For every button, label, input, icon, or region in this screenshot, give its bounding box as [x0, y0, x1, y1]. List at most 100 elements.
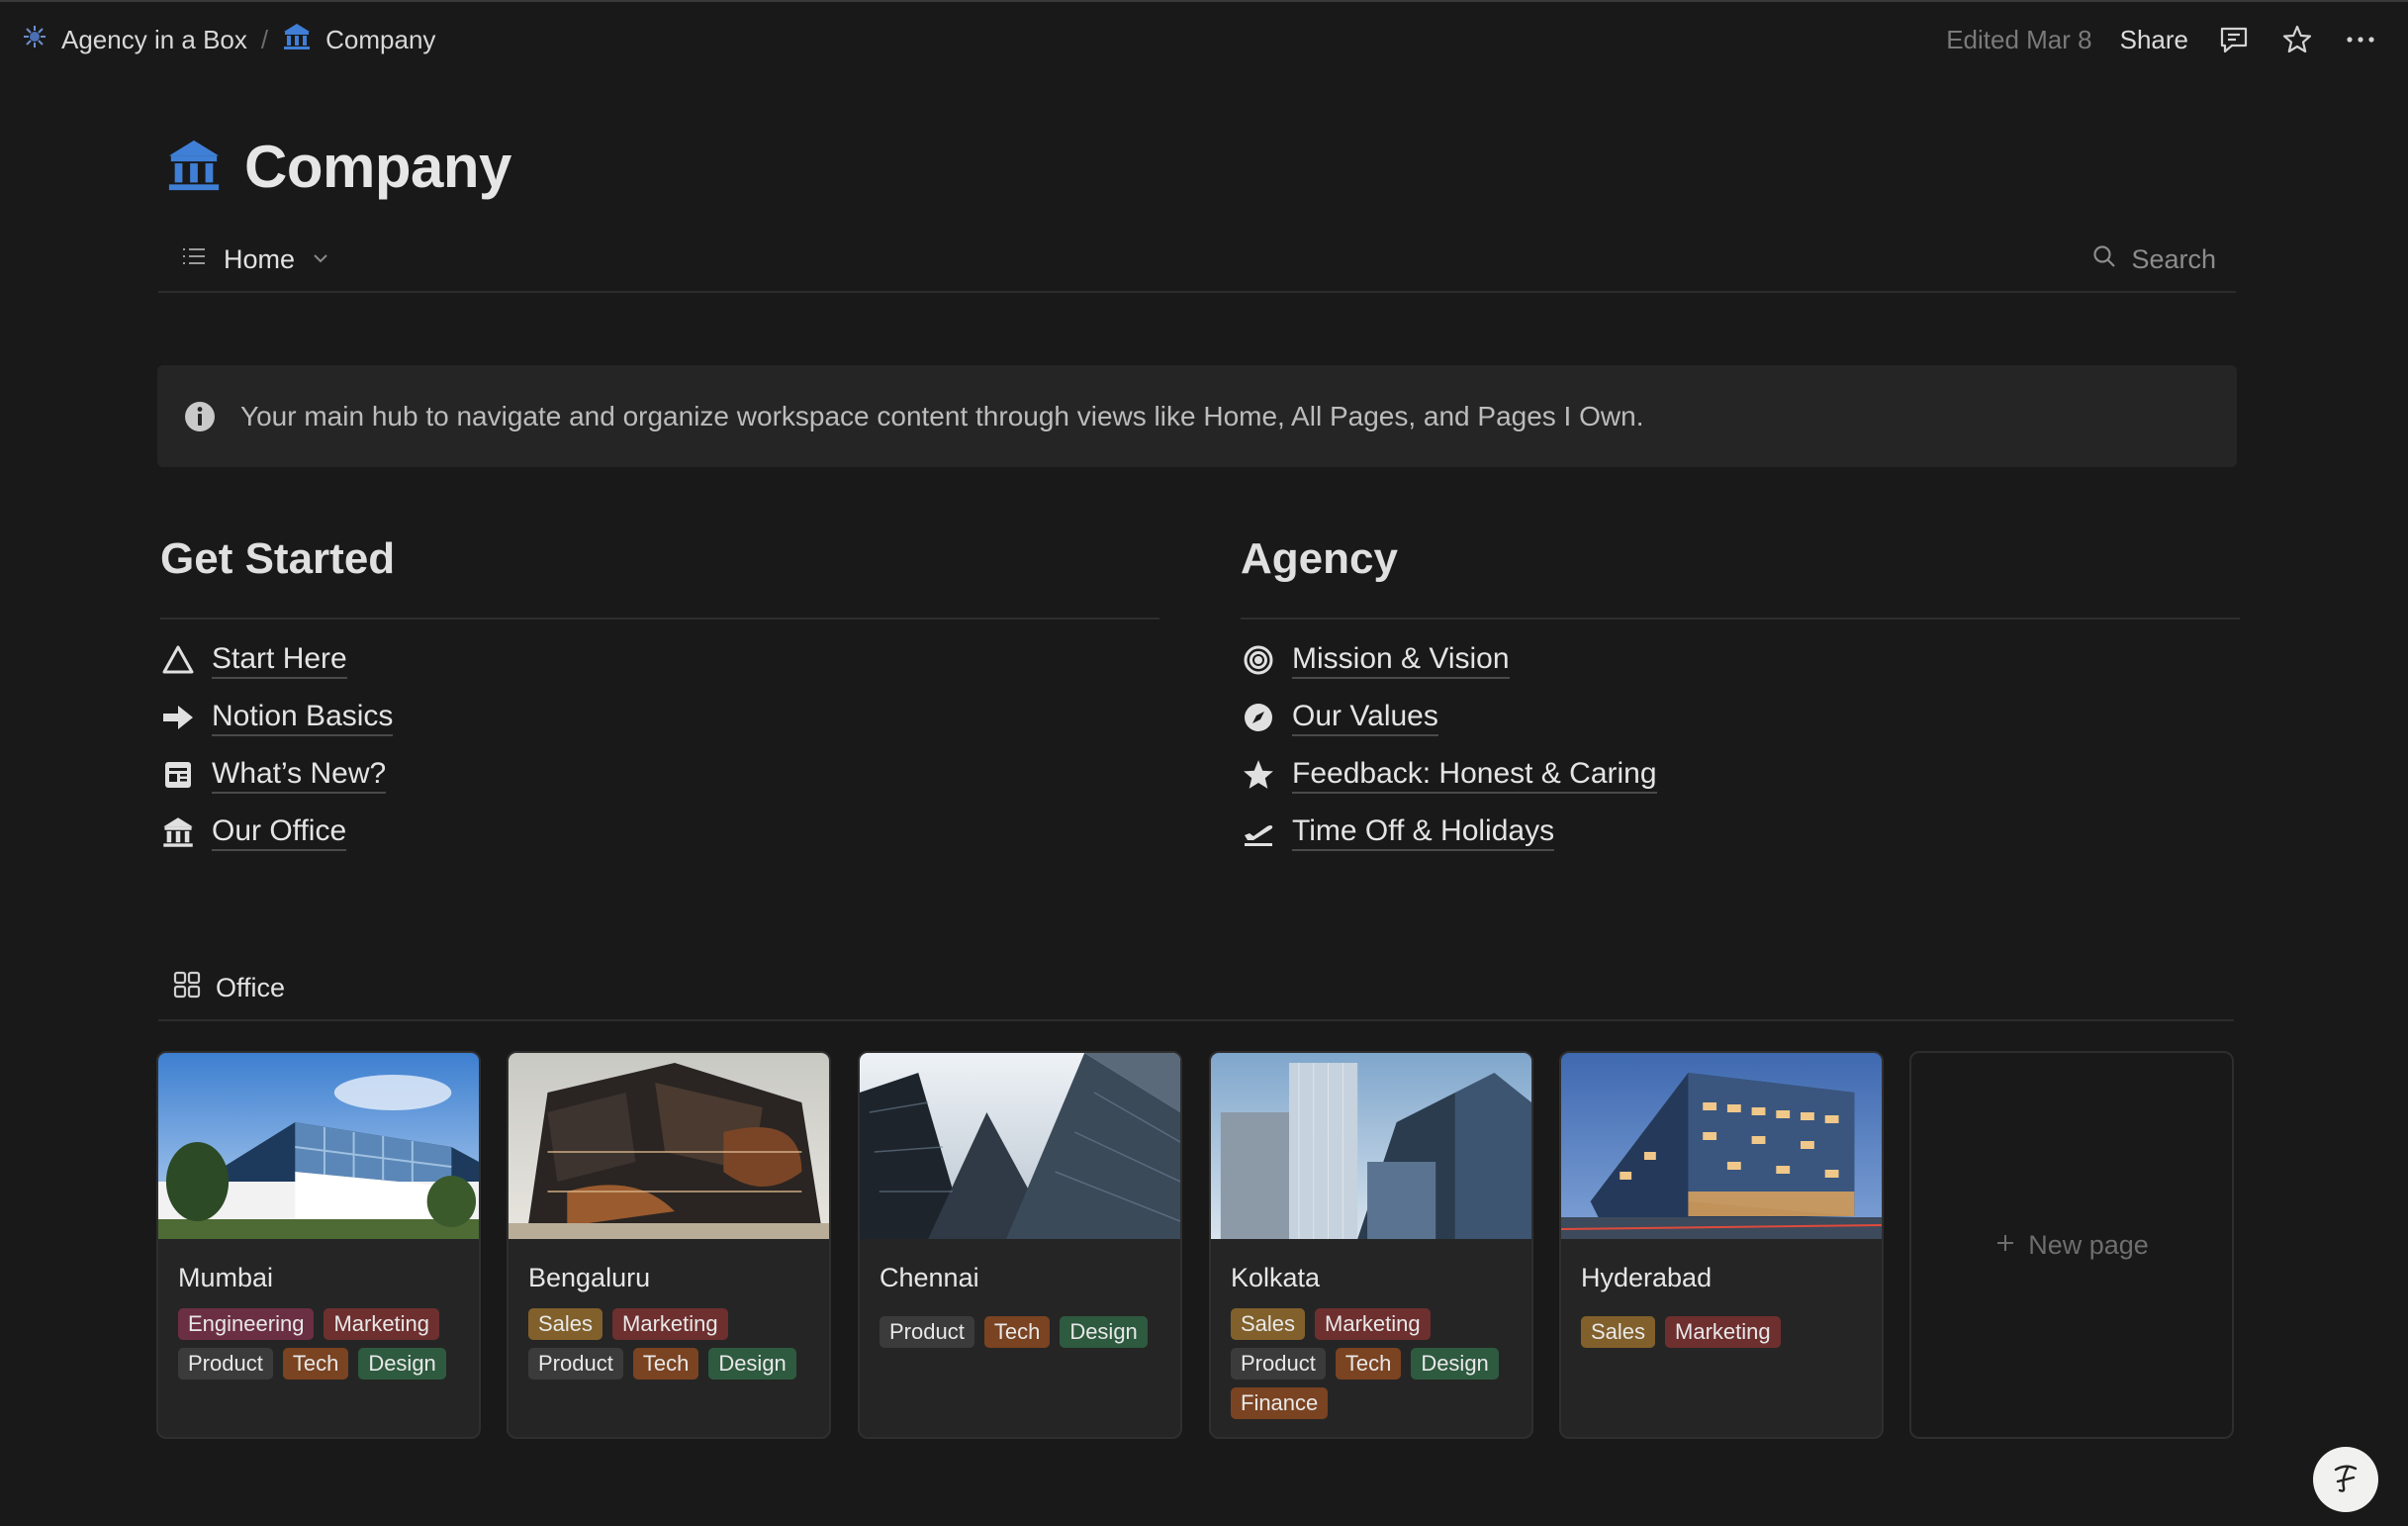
tag-design: Design: [1060, 1316, 1148, 1348]
tag-sales: Sales: [528, 1308, 603, 1340]
link-start-here[interactable]: Start Here: [160, 631, 1159, 689]
search-button[interactable]: Search: [2091, 239, 2216, 279]
tag-product: Product: [528, 1348, 623, 1380]
link-mission-vision[interactable]: Mission & Vision: [1241, 631, 2240, 689]
agency-heading: Agency: [1241, 534, 2240, 620]
edited-timestamp: Edited Mar 8: [1946, 24, 2092, 54]
office-card-tags: Sales Marketing Product Tech Design: [528, 1308, 815, 1380]
tag-design: Design: [708, 1348, 796, 1380]
view-bar: Home Search: [158, 230, 2236, 293]
top-bar: Agency in a Box / Company Edited Mar 8 S…: [0, 2, 2408, 77]
office-card-hyderabad[interactable]: Hyderabad Sales Marketing: [1559, 1051, 1884, 1439]
office-card-mumbai[interactable]: Mumbai Engineering Marketing Product Tec…: [156, 1051, 481, 1439]
newsletter-icon: [160, 757, 196, 793]
tag-tech: Tech: [1335, 1348, 1402, 1380]
page-icon[interactable]: [165, 137, 223, 194]
chevron-down-icon: [311, 244, 330, 275]
breadcrumb-workspace[interactable]: Agency in a Box: [22, 24, 247, 56]
tag-tech: Tech: [632, 1348, 699, 1380]
link-our-office[interactable]: Our Office: [160, 804, 1159, 861]
tag-product: Product: [880, 1316, 974, 1348]
info-icon: [183, 400, 217, 433]
link-label: Notion Basics: [212, 699, 394, 736]
office-gallery-header: Office: [158, 960, 2234, 1021]
bank-building-icon: [282, 22, 312, 58]
link-label: What’s New?: [212, 756, 387, 794]
office-card-kolkata[interactable]: Kolkata Sales Marketing Product Tech Des…: [1209, 1051, 1533, 1439]
breadcrumb-page-label: Company: [325, 24, 436, 54]
tag-sales: Sales: [1581, 1316, 1656, 1348]
link-label: Mission & Vision: [1292, 641, 1510, 679]
get-started-section: Get Started Start Here Notion Basics Wha…: [160, 534, 1159, 861]
search-icon: [2091, 243, 2117, 276]
breadcrumb-workspace-label: Agency in a Box: [61, 24, 247, 54]
tag-marketing: Marketing: [324, 1308, 440, 1340]
top-actions: Edited Mar 8 Share: [1946, 20, 2378, 59]
tag-marketing: Marketing: [612, 1308, 728, 1340]
tag-tech: Tech: [282, 1348, 349, 1380]
favorite-star-icon[interactable]: [2279, 22, 2315, 57]
target-icon: [1241, 642, 1276, 678]
page-title[interactable]: Company: [244, 133, 511, 201]
search-label: Search: [2131, 243, 2216, 274]
link-label: Feedback: Honest & Caring: [1292, 756, 1657, 794]
link-label: Our Values: [1292, 699, 1438, 736]
breadcrumb-page[interactable]: Company: [282, 22, 435, 58]
tag-finance: Finance: [1231, 1387, 1329, 1419]
tag-design: Design: [358, 1348, 446, 1380]
more-options-icon[interactable]: [2343, 22, 2378, 57]
warning-triangle-icon: [160, 642, 196, 678]
get-started-heading: Get Started: [160, 534, 1159, 620]
office-cover-image: [1561, 1053, 1882, 1239]
office-card-tags: Engineering Marketing Product Tech Desig…: [178, 1308, 465, 1380]
link-label: Time Off & Holidays: [1292, 813, 1555, 851]
link-notion-basics[interactable]: Notion Basics: [160, 689, 1159, 746]
workspace-logo-icon: [22, 24, 47, 56]
office-cover-image: [509, 1053, 829, 1239]
agency-section: Agency Mission & Vision Our Values Feedb…: [1241, 534, 2240, 861]
link-whats-new[interactable]: What’s New?: [160, 746, 1159, 804]
office-card-tags: Product Tech Design: [880, 1316, 1166, 1348]
gallery-grid-icon: [172, 970, 202, 1006]
breadcrumb: Agency in a Box / Company: [22, 20, 435, 59]
link-label: Our Office: [212, 813, 347, 851]
view-tab-label: Home: [224, 243, 296, 274]
share-button[interactable]: Share: [2120, 25, 2188, 55]
office-cover-image: [158, 1053, 479, 1239]
office-card-bengaluru[interactable]: Bengaluru Sales Marketing Product Tech D…: [507, 1051, 831, 1439]
office-cover-image: [860, 1053, 1180, 1239]
office-card-title: Chennai: [880, 1263, 979, 1292]
tag-product: Product: [1231, 1348, 1326, 1380]
office-cover-image: [1211, 1053, 1531, 1239]
help-button[interactable]: [2313, 1447, 2378, 1512]
view-tab-office[interactable]: Office: [172, 968, 285, 1007]
new-page-button[interactable]: New page: [1909, 1051, 2234, 1439]
star-icon: [1241, 757, 1276, 793]
view-tab-home[interactable]: Home: [180, 239, 330, 279]
new-page-label: New page: [2028, 1229, 2149, 1260]
tag-marketing: Marketing: [1315, 1308, 1431, 1340]
link-our-values[interactable]: Our Values: [1241, 689, 2240, 746]
list-icon: [180, 242, 208, 277]
link-label: Start Here: [212, 641, 347, 679]
tag-tech: Tech: [983, 1316, 1051, 1348]
office-card-tags: Sales Marketing: [1581, 1316, 1868, 1348]
office-card-title: Bengaluru: [528, 1263, 651, 1292]
help-glyph-icon: [2326, 1458, 2365, 1502]
tag-engineering: Engineering: [178, 1308, 315, 1340]
arrow-right-icon: [160, 700, 196, 735]
office-card-chennai[interactable]: Chennai Product Tech Design: [858, 1051, 1182, 1439]
plus-icon: [1994, 1230, 2016, 1261]
tag-sales: Sales: [1231, 1308, 1306, 1340]
view-tab-label: Office: [216, 972, 286, 1002]
office-card-tags: Sales Marketing Product Tech Design Fina…: [1231, 1308, 1518, 1419]
comments-icon[interactable]: [2216, 22, 2252, 57]
office-card-title: Hyderabad: [1581, 1263, 1713, 1292]
link-time-off[interactable]: Time Off & Holidays: [1241, 804, 2240, 861]
tag-design: Design: [1411, 1348, 1499, 1380]
info-callout: Your main hub to navigate and organize w…: [157, 365, 2237, 467]
link-feedback[interactable]: Feedback: Honest & Caring: [1241, 746, 2240, 804]
office-card-title: Mumbai: [178, 1263, 274, 1292]
tag-product: Product: [178, 1348, 273, 1380]
airplane-takeoff-icon: [1241, 814, 1276, 850]
